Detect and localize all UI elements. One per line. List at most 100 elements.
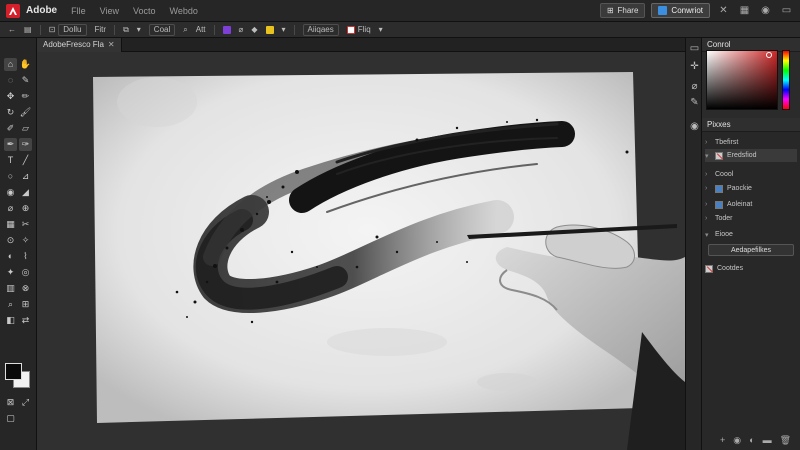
brush-panel-icon[interactable]: ✎ — [688, 96, 701, 109]
screen-mode-icon[interactable]: ▢ — [4, 412, 17, 425]
divider — [114, 24, 116, 35]
menu-view[interactable]: View — [100, 6, 119, 16]
layer-row[interactable]: › Aoleinat — [705, 198, 797, 211]
highlighter-icon[interactable] — [265, 25, 274, 34]
download-button[interactable]: Conwriot — [651, 3, 710, 18]
flip-option[interactable]: Fliq — [346, 25, 371, 34]
adjust-option[interactable]: Aiiqaes — [302, 23, 339, 36]
layer-label: Coool — [715, 171, 734, 178]
eraser-icon[interactable]: ▱ — [19, 122, 32, 135]
trash-icon[interactable]: 🗑 — [780, 435, 791, 446]
layer-label: Tbefirst — [715, 139, 739, 146]
menu-vector[interactable]: Vocto — [133, 6, 156, 16]
liquify-icon[interactable]: ◎ — [19, 266, 32, 279]
shape-icon[interactable]: ◢ — [19, 186, 32, 199]
gradient-icon[interactable]: ▥ — [4, 282, 17, 295]
fill-icon[interactable]: ◉ — [4, 186, 17, 199]
stamp-icon[interactable]: ⊙ — [4, 234, 17, 247]
brush-option[interactable]: ⊡ Dollu — [49, 23, 87, 36]
hue-slider[interactable] — [782, 50, 790, 110]
chevron-down-icon[interactable]: ▾ — [282, 25, 286, 34]
move-icon[interactable]: ✥ — [4, 90, 17, 103]
adjustment-icon[interactable]: ◐ — [749, 435, 754, 446]
wand-icon[interactable]: ✧ — [19, 234, 32, 247]
blur-icon[interactable]: ◐ — [4, 250, 17, 263]
brush-icon[interactable]: 🖌 — [19, 106, 32, 119]
flip-icon — [346, 25, 355, 34]
crop-icon[interactable]: ⊿ — [19, 170, 32, 183]
grid-icon[interactable]: ▦ — [737, 3, 752, 18]
menu-window[interactable]: Webdo — [170, 6, 198, 16]
lasso-icon[interactable]: ◌ — [4, 74, 17, 87]
hand-icon[interactable]: ✋ — [19, 58, 32, 71]
layer-row[interactable]: ▾ Eredsfiod — [705, 149, 797, 162]
eyedropper-panel-icon[interactable]: ⌀ — [688, 80, 701, 93]
warp-icon[interactable]: ⌇ — [19, 250, 32, 263]
add-icon[interactable]: + — [720, 435, 725, 446]
canvas-area[interactable] — [37, 52, 685, 450]
options-bar: ← ▤ ⊡ Dollu Fitr ⧉ ▾ Coal ⌕ Att ⌀ ◆ ▾ Ai… — [0, 22, 800, 38]
sponge-icon[interactable]: ⊗ — [19, 282, 32, 295]
arrow-icon[interactable]: ← — [8, 25, 16, 34]
eyedropper-icon[interactable]: ⌀ — [239, 25, 244, 34]
circle-icon[interactable]: ○ — [4, 170, 17, 183]
home-icon[interactable]: ⌂ — [4, 58, 17, 71]
mask-layer-icon[interactable]: ◉ — [733, 435, 741, 446]
smudge-icon[interactable]: ✐ — [4, 122, 17, 135]
knife-icon[interactable]: ✂ — [19, 218, 32, 231]
color-wheel-icon[interactable]: ◉ — [688, 120, 701, 133]
layer-row[interactable]: › Paockie — [705, 182, 797, 195]
layer-row[interactable]: ▾ Eiooe — [705, 228, 797, 241]
pencil-icon[interactable]: ✏ — [19, 90, 32, 103]
layer-row[interactable]: › Coool — [705, 168, 797, 181]
color-picker-knob[interactable] — [766, 52, 772, 58]
layer-row[interactable]: Cootdes — [705, 262, 797, 275]
add-layer-button[interactable]: Aedapefilkes — [708, 244, 794, 256]
grid-tool-icon[interactable]: ▦ — [4, 218, 17, 231]
close-icon[interactable]: ✕ — [108, 40, 115, 49]
menu-file[interactable]: Flle — [71, 6, 86, 16]
color-mode-icon[interactable] — [222, 25, 231, 34]
ink-brush-icon[interactable]: ✑ — [19, 138, 32, 151]
chevron-down-icon[interactable]: ▾ — [379, 25, 383, 34]
coal-option[interactable]: Coal — [148, 23, 176, 36]
zoom-tool-icon[interactable]: ⌕ — [4, 298, 17, 311]
layers-option-icon[interactable]: ⧉ — [123, 25, 129, 35]
pen-icon[interactable]: ✎ — [19, 74, 32, 87]
zoom-icon[interactable]: ⌕ — [183, 25, 187, 35]
swap-icon[interactable]: ⇄ — [19, 314, 32, 327]
chevron-right-icon: › — [705, 139, 708, 146]
rotate-icon[interactable]: ↻ — [4, 106, 17, 119]
chevron-down-icon[interactable]: ▾ — [137, 25, 141, 34]
color-picker-field[interactable] — [706, 50, 778, 110]
brush-preset-icon[interactable]: ▤ — [24, 25, 32, 34]
eyedropper-tool-icon[interactable]: ⌀ — [4, 202, 17, 215]
layers-panel-title: Pixxes — [707, 120, 731, 129]
puppet-icon[interactable]: ✦ — [4, 266, 17, 279]
layer-row[interactable]: › Toder — [705, 212, 797, 225]
quick-mask-icon[interactable]: ⊠ — [4, 396, 17, 409]
transform-icon[interactable]: ✛ — [688, 60, 701, 73]
artwork-canvas[interactable] — [37, 52, 685, 450]
text-icon[interactable]: T — [4, 154, 17, 167]
swap-colors-icon[interactable]: ⤢ — [19, 396, 32, 409]
adjust-icon[interactable]: ⊕ — [19, 202, 32, 215]
paint-brush-icon[interactable]: ✒ — [4, 138, 17, 151]
close-icon[interactable]: ✕ — [716, 3, 731, 18]
layer-row[interactable]: › Tbefirst — [705, 136, 797, 149]
panel-collapse-icon[interactable]: ▭ — [688, 42, 701, 55]
line-icon[interactable]: ╱ — [19, 154, 32, 167]
folder-icon[interactable]: ▬ — [763, 435, 772, 446]
tab-document[interactable]: AdobeFresco Fla ✕ — [37, 37, 122, 52]
mask-icon[interactable]: ◧ — [4, 314, 17, 327]
divider — [213, 24, 215, 35]
size-option[interactable]: Fitr — [95, 25, 107, 34]
chevron-right-icon: › — [705, 215, 708, 222]
diamond-icon[interactable]: ◆ — [251, 25, 257, 34]
att-option[interactable]: Att — [196, 25, 206, 34]
share-button[interactable]: ⊞ Fhare — [599, 3, 646, 18]
more-icon[interactable]: ▭ — [779, 3, 794, 18]
note-icon[interactable]: ⊞ — [19, 298, 32, 311]
user-icon[interactable]: ◉ — [758, 3, 773, 18]
layers-panel-header: Pixxes — [702, 118, 800, 132]
